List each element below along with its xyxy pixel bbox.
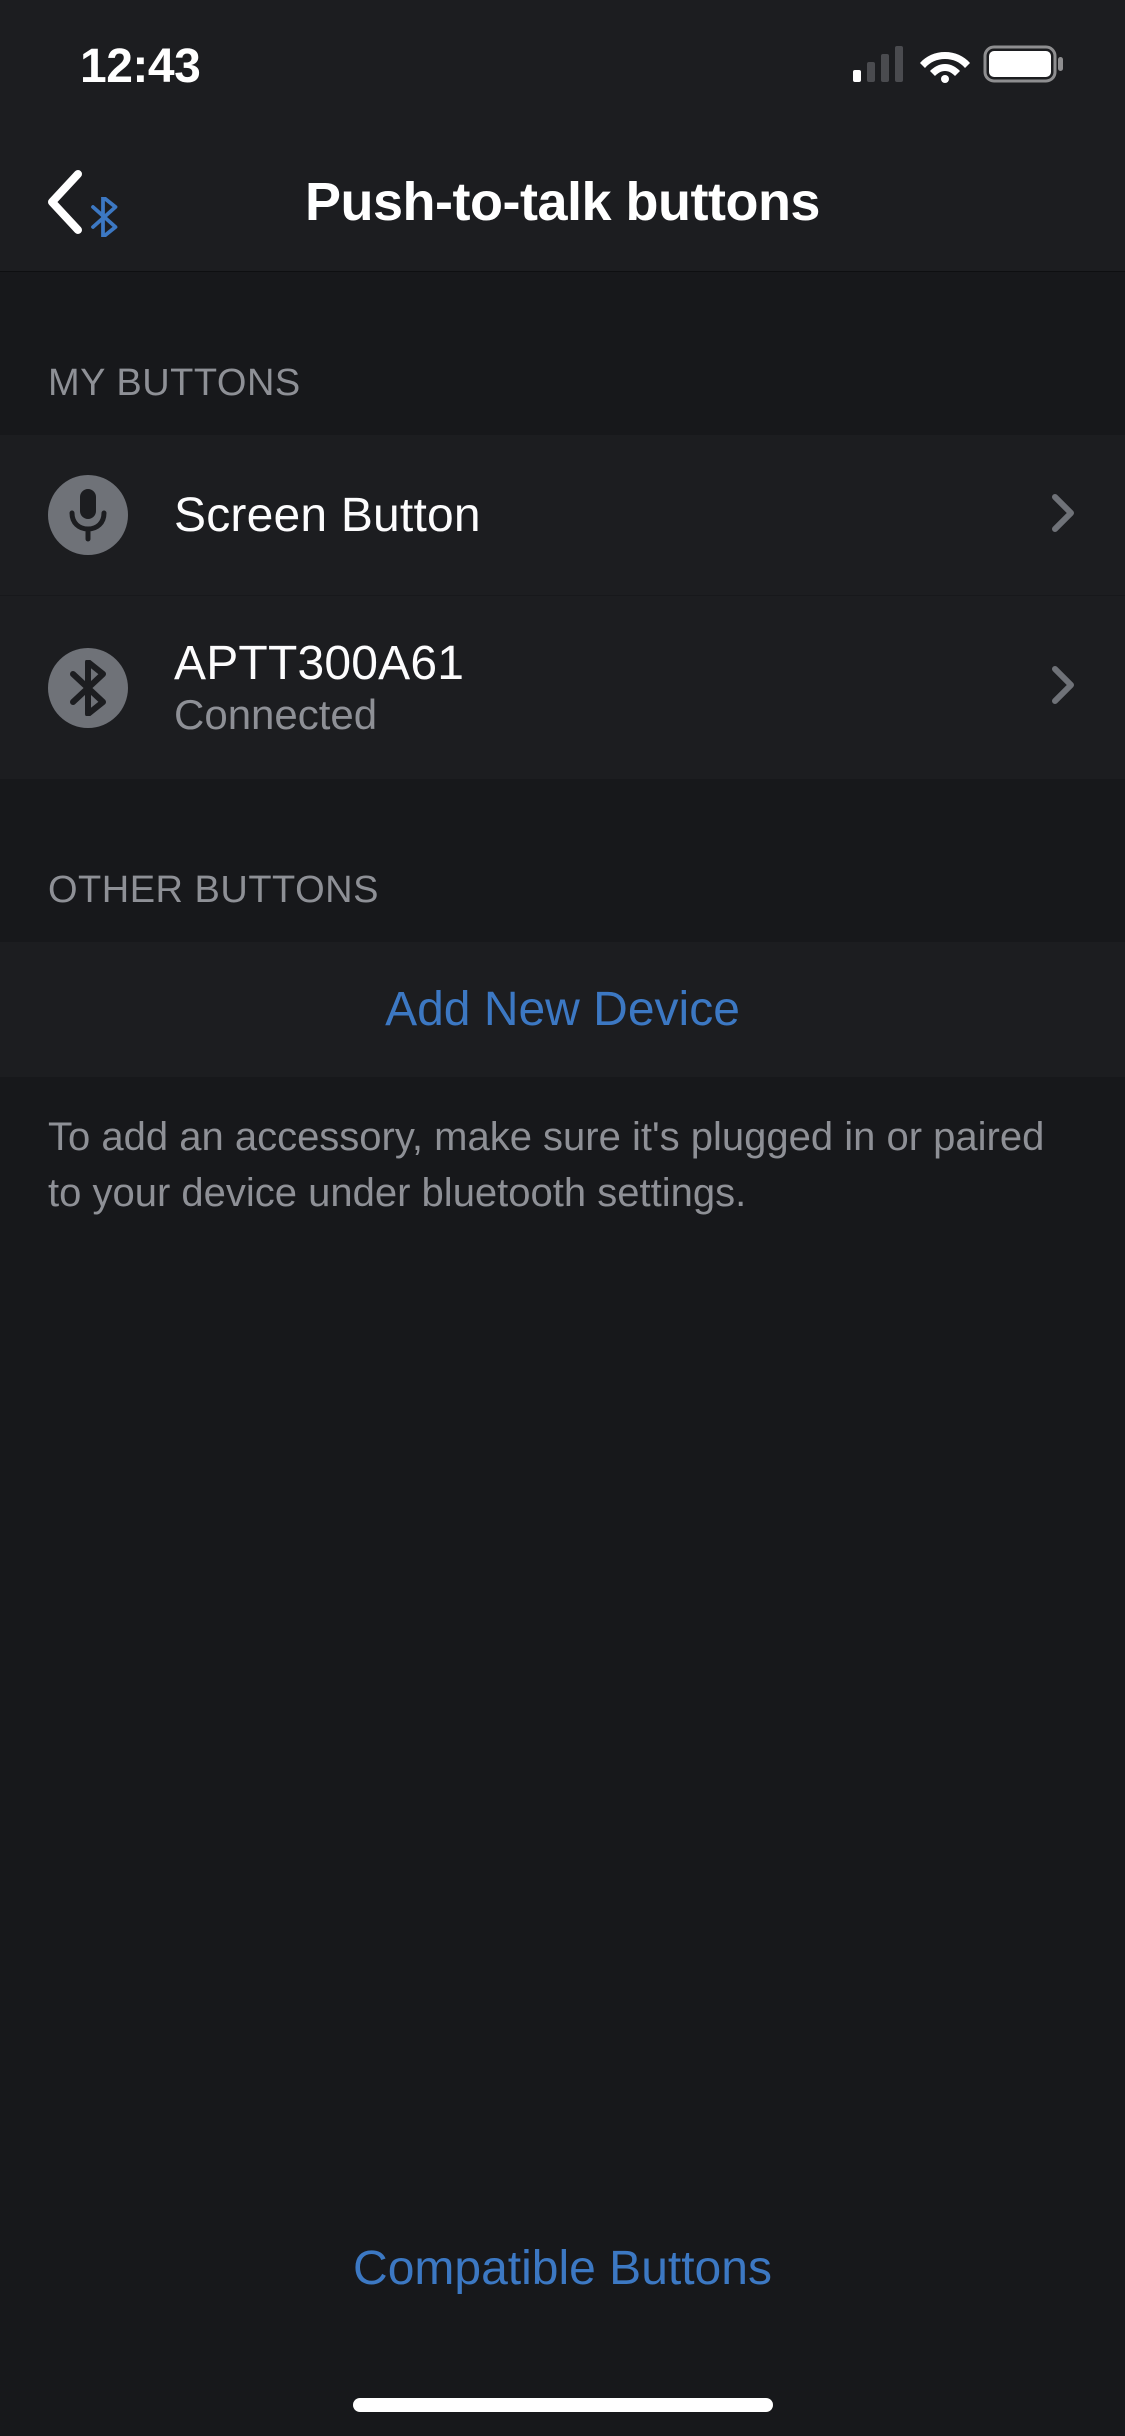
list-item-aptt-device[interactable]: APTT300A61 Connected	[0, 596, 1125, 779]
chevron-right-icon	[1049, 663, 1077, 712]
helper-text: To add an accessory, make sure it's plug…	[0, 1077, 1125, 1253]
page-title: Push-to-talk buttons	[0, 171, 1125, 233]
add-new-device-label: Add New Device	[385, 983, 740, 1036]
list-item-subtitle: Connected	[174, 691, 1029, 739]
home-indicator[interactable]	[353, 2398, 773, 2412]
section-header-my-buttons: MY BUTTONS	[0, 272, 1125, 435]
mic-icon	[48, 475, 128, 555]
compatible-buttons-link[interactable]: Compatible Buttons	[0, 2241, 1125, 2296]
list-item-title: APTT300A61	[174, 636, 1029, 691]
wifi-icon	[919, 45, 971, 88]
cellular-signal-icon	[853, 46, 907, 87]
section-header-other-buttons: OTHER BUTTONS	[0, 779, 1125, 942]
add-new-device-button[interactable]: Add New Device	[0, 942, 1125, 1077]
my-buttons-list: Screen Button APTT300A61 Connected	[0, 435, 1125, 779]
status-time: 12:43	[80, 39, 200, 94]
chevron-right-icon	[1049, 491, 1077, 540]
status-bar: 12:43	[0, 0, 1125, 132]
navigation-header: Push-to-talk buttons	[0, 132, 1125, 272]
list-item-title: Screen Button	[174, 488, 1029, 543]
back-button[interactable]	[40, 166, 120, 238]
status-icons	[853, 45, 1065, 88]
list-item-content: Screen Button	[174, 488, 1029, 543]
battery-icon	[983, 45, 1065, 88]
list-item-content: APTT300A61 Connected	[174, 636, 1029, 739]
bluetooth-icon	[48, 648, 128, 728]
bluetooth-small-icon	[86, 197, 120, 237]
compatible-buttons-label: Compatible Buttons	[353, 2242, 772, 2295]
list-item-screen-button[interactable]: Screen Button	[0, 435, 1125, 596]
